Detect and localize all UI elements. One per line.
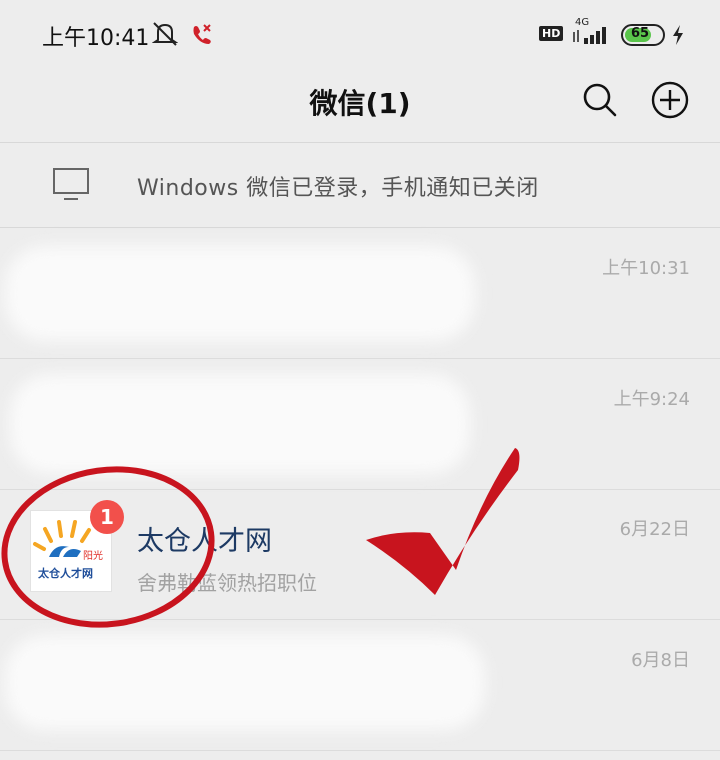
chat-title: 太仓人才网: [137, 526, 272, 557]
chat-time: 6月8日: [631, 650, 690, 671]
logo-tagline: 阳光: [83, 549, 103, 562]
status-bar: 上午10:41 HD 4G 65: [0, 0, 720, 70]
redacted-content: [10, 374, 470, 474]
redacted-content: [5, 635, 485, 730]
chat-preview: 舍弗勒蓝领热招职位: [137, 571, 317, 595]
missed-call-icon: [193, 24, 211, 44]
charging-icon: [673, 25, 683, 45]
hd-icon: HD: [539, 26, 564, 41]
logo-name: 太仓人才网: [37, 566, 93, 580]
chat-time: 6月22日: [619, 519, 690, 540]
chat-row-4[interactable]: 6月8日: [0, 620, 720, 751]
chat-time: 上午10:31: [602, 258, 690, 279]
plus-circle-icon[interactable]: [650, 80, 690, 120]
desktop-login-notice[interactable]: Windows 微信已登录，手机通知已关闭: [0, 143, 720, 228]
chat-row-2[interactable]: 上午9:24: [0, 359, 720, 490]
redacted-content: [5, 246, 475, 341]
chat-time: 上午9:24: [613, 389, 690, 410]
notice-text: Windows 微信已登录，手机通知已关闭: [137, 176, 539, 201]
app-header: 微信(1): [0, 70, 720, 143]
battery-icon: 65: [621, 24, 665, 46]
battery-level: 65: [631, 26, 650, 41]
monitor-icon: [53, 168, 89, 200]
search-icon[interactable]: [580, 80, 620, 120]
mute-bell-icon: [152, 22, 178, 46]
status-time: 上午10:41: [42, 26, 150, 51]
unread-badge: 1: [90, 500, 124, 534]
chat-row-1[interactable]: 上午10:31: [0, 228, 720, 359]
signal-icon: [573, 27, 606, 44]
